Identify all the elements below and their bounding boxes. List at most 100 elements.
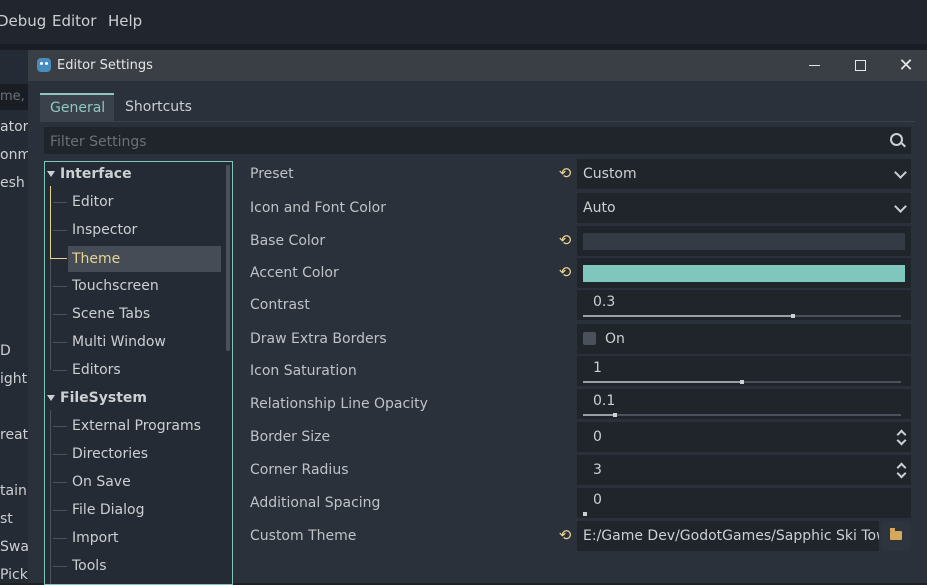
chevron-down-icon [894,200,907,213]
checkbox-icon[interactable] [583,332,596,345]
filter-settings-input[interactable] [44,127,872,156]
accent-color-picker[interactable] [577,258,911,288]
property-custom-theme: Custom Theme ⟲ E:/Game Dev/GodotGames/Sa… [240,521,915,551]
tree-item-inspector[interactable]: Inspector [72,218,137,242]
tree-item-multi-window[interactable]: Multi Window [72,330,166,354]
chevron-down-icon[interactable] [47,395,55,401]
custom-theme-path-field[interactable]: E:/Game Dev/GodotGames/Sapphic Ski Tow [577,521,879,551]
icon-font-color-value: Auto [583,200,616,216]
icon-saturation-value: 1 [593,360,602,376]
minimize-button[interactable] [791,50,837,81]
menu-help[interactable]: Help [108,12,142,30]
tree-scrollbar[interactable] [226,165,230,351]
slider-grabber[interactable] [613,413,617,417]
background-item: ight [0,371,28,387]
preset-dropdown[interactable]: Custom [577,159,911,189]
tree-guide-line [50,186,51,258]
chevron-down-icon[interactable] [47,171,55,177]
slider-fill [583,414,615,416]
additional-spacing-slider[interactable]: 0 [577,488,911,518]
tree-item-tools[interactable]: Tools [72,554,107,578]
tree-item-external-programs[interactable]: External Programs [72,414,201,438]
tree-guide-line [53,426,67,427]
property-relationship-line-opacity: Relationship Line Opacity 0.1 [240,389,915,419]
dialog-titlebar[interactable]: Editor Settings ✕ [28,50,927,81]
tree-item-editors[interactable]: Editors [72,358,121,382]
contrast-slider[interactable]: 0.3 [577,290,911,320]
tree-item-scene-tabs[interactable]: Scene Tabs [72,302,150,326]
filter-settings-field [44,127,911,156]
tree-guide-line [53,202,67,203]
preset-value: Custom [583,166,637,182]
tree-item-touchscreen[interactable]: Touchscreen [72,274,159,298]
slider-track[interactable] [583,413,901,417]
slider-grabber[interactable] [791,314,795,318]
contrast-value: 0.3 [593,294,616,310]
menu-debug[interactable]: Debug [0,12,46,30]
tree-guide-line [50,258,67,259]
border-size-spinbox[interactable]: 0 [577,422,911,452]
property-label: Base Color [250,233,326,249]
draw-extra-borders-checkbox[interactable]: On [577,324,911,354]
folder-icon [890,528,902,540]
tree-item-import[interactable]: Import [72,526,118,550]
tab-general[interactable]: General [40,93,114,121]
tree-guide-line [53,538,67,539]
spin-arrows-icon[interactable] [897,429,905,445]
dialog-title: Editor Settings [57,58,153,73]
property-contrast: Contrast 0.3 [240,290,915,320]
icon-font-color-dropdown[interactable]: Auto [577,193,911,223]
property-preset: Preset ⟲ Custom [240,159,915,189]
accent-color-swatch [583,265,905,282]
tree-category-filesystem[interactable]: FileSystem [47,386,147,410]
browse-folder-button[interactable] [881,521,911,551]
editor-settings-dialog: Editor Settings ✕ General Shortcuts Inte… [28,50,927,585]
revert-icon[interactable]: ⟲ [558,265,572,280]
chevron-down-icon [894,166,907,179]
property-label: Border Size [250,429,331,445]
property-label: Accent Color [250,265,339,281]
slider-grabber[interactable] [740,380,744,384]
menu-editor[interactable]: Editor [52,12,96,30]
tree-category-interface[interactable]: Interface [47,162,132,186]
property-label: Custom Theme [250,528,357,544]
relationship-line-opacity-value: 0.1 [593,393,616,409]
slider-track[interactable] [583,512,901,516]
tree-item-editor[interactable]: Editor [72,190,113,214]
tree-guide-line [53,286,67,287]
slider-track[interactable] [583,380,901,384]
background-item: ator [0,119,28,135]
tree-guide-line [50,410,51,584]
slider-grabber[interactable] [583,512,587,516]
spin-arrows-icon[interactable] [897,462,905,478]
revert-icon[interactable]: ⟲ [558,233,572,248]
tree-item-file-dialog[interactable]: File Dialog [72,498,144,522]
property-draw-extra-borders: Draw Extra Borders On [240,324,915,354]
maximize-button[interactable] [837,50,883,81]
tree-item-theme[interactable]: Theme [68,246,221,272]
tree-item-on-save[interactable]: On Save [72,470,131,494]
close-button[interactable]: ✕ [883,50,927,81]
tree-guide-line [53,314,67,315]
property-icon-font-color: Icon and Font Color Auto [240,193,915,223]
property-label: Contrast [250,297,310,313]
background-filter[interactable]: me, [0,84,28,110]
base-color-picker[interactable] [577,226,911,256]
revert-icon[interactable]: ⟲ [558,528,572,543]
property-icon-saturation: Icon Saturation 1 [240,356,915,386]
maximize-icon [854,59,866,71]
property-label: Draw Extra Borders [250,331,387,347]
tab-shortcuts[interactable]: Shortcuts [115,93,202,121]
slider-track[interactable] [583,314,901,318]
tree-guide-line [53,230,67,231]
settings-category-tree: Interface Editor Inspector Theme Touchsc… [44,161,233,585]
corner-radius-spinbox[interactable]: 3 [577,455,911,485]
revert-icon[interactable]: ⟲ [558,166,572,181]
background-scene-panel: me, ator onme esh D ight reato tain st S… [0,50,28,583]
icon-saturation-slider[interactable]: 1 [577,356,911,386]
relationship-line-opacity-slider[interactable]: 0.1 [577,389,911,419]
tree-guide-line [50,258,51,370]
tree-guide-line [53,482,67,483]
property-label: Icon and Font Color [250,200,386,216]
tree-item-directories[interactable]: Directories [72,442,148,466]
